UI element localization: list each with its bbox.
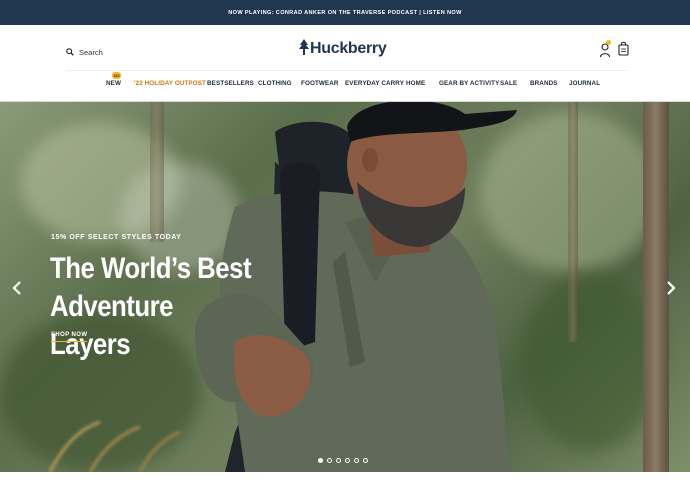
carousel-dot[interactable] <box>345 458 350 463</box>
carousel-dot[interactable] <box>363 458 368 463</box>
cart-icon[interactable] <box>618 41 629 60</box>
nav-item-footwear[interactable]: FOOTWEAR <box>301 80 339 87</box>
background-foliage <box>520 272 660 452</box>
new-count-badge: 333 <box>112 72 121 79</box>
logo-wordmark: Huckberry <box>310 40 387 57</box>
tree-trunk <box>150 102 164 242</box>
header-divider <box>66 70 628 71</box>
main-nav: 333 NEW '22 HOLIDAY OUTPOST BESTSELLERS … <box>0 72 690 93</box>
site-logo[interactable]: Huckberry <box>299 38 387 60</box>
promo-bar[interactable]: NOW PLAYING: CONRAD ANKER ON THE TRAVERS… <box>0 0 690 25</box>
account-button[interactable] <box>599 40 613 58</box>
notification-dot <box>606 40 611 45</box>
nav-item-brands[interactable]: BRANDS <box>530 80 558 87</box>
nav-item-new[interactable]: NEW <box>106 80 121 87</box>
nav-item-home[interactable]: HOME <box>406 80 425 87</box>
hero-eyebrow: 15% OFF SELECT STYLES TODAY <box>51 234 182 241</box>
search-icon[interactable] <box>66 43 74 61</box>
hero-title: The World’s Best Adventure Layers <box>50 250 334 364</box>
carousel-dot[interactable] <box>336 458 341 463</box>
nav-item-clothing[interactable]: CLOTHING <box>258 80 292 87</box>
carousel-dot[interactable] <box>318 458 323 463</box>
cart-button[interactable] <box>618 41 630 57</box>
page-bottom-strip <box>0 472 690 494</box>
chevron-right-icon[interactable] <box>666 281 676 295</box>
search-placeholder[interactable]: Search <box>79 48 103 57</box>
carousel-dot[interactable] <box>327 458 332 463</box>
shop-now-link[interactable]: SHOP NOW <box>51 332 88 342</box>
search-field[interactable]: Search <box>66 45 103 59</box>
hero-title-line-2: Layers <box>50 328 131 361</box>
carousel-prev-button[interactable] <box>10 280 24 296</box>
chevron-left-icon[interactable] <box>12 281 22 295</box>
nav-item-holiday-outpost[interactable]: '22 HOLIDAY OUTPOST <box>134 80 206 87</box>
nav-item-gear-by-activity[interactable]: GEAR BY ACTIVITY <box>439 80 499 87</box>
site-header: Search Huckberry 333 NEW '22 HOLIDAY OUT… <box>0 25 690 102</box>
nav-item-bestsellers[interactable]: BESTSELLERS <box>207 80 254 87</box>
nav-item-sale[interactable]: SALE <box>500 80 517 87</box>
promo-text[interactable]: NOW PLAYING: CONRAD ANKER ON THE TRAVERS… <box>228 10 461 16</box>
nav-item-journal[interactable]: JOURNAL <box>569 80 600 87</box>
tree-icon <box>299 38 309 60</box>
hero-title-line-1: The World’s Best Adventure <box>50 252 252 323</box>
carousel-dots <box>318 458 368 464</box>
carousel-dot[interactable] <box>354 458 359 463</box>
hero-banner[interactable]: 15% OFF SELECT STYLES TODAY The World’s … <box>0 102 690 472</box>
nav-item-everyday-carry[interactable]: EVERYDAY CARRY <box>345 80 404 87</box>
carousel-next-button[interactable] <box>664 280 678 296</box>
tree-trunk <box>568 102 578 342</box>
